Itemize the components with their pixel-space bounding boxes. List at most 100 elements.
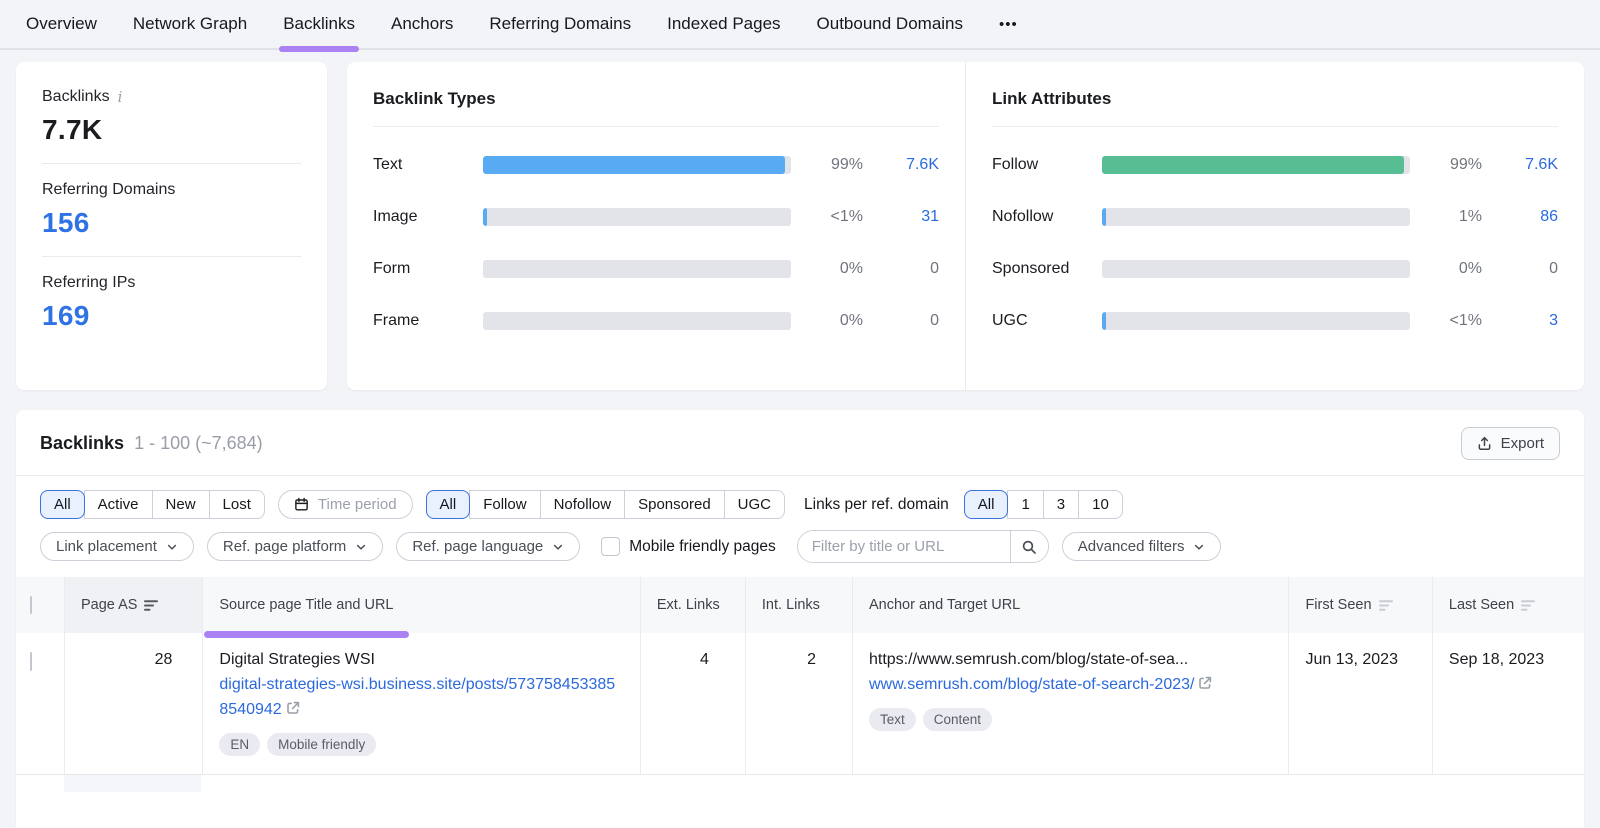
divider [42, 163, 301, 164]
lpd-3[interactable]: 3 [1043, 490, 1079, 519]
follow-all[interactable]: All [426, 490, 471, 519]
bar-track [1102, 208, 1410, 226]
bar-percent: <1% [805, 208, 863, 226]
bar-label: UGC [992, 312, 1088, 330]
tab-outbound-domains[interactable]: Outbound Domains [817, 0, 963, 48]
more-tabs-icon[interactable]: ••• [999, 16, 1018, 33]
bar-count: 0 [877, 312, 939, 330]
source-page-url-link[interactable]: digital-strategies-wsi.business.site/pos… [219, 676, 615, 718]
row-checkbox[interactable] [30, 652, 32, 671]
bar-percent: 99% [805, 156, 863, 174]
backlinks-section-title: Backlinks [40, 433, 124, 454]
bar-percent: <1% [1424, 312, 1482, 330]
bar-percent: 0% [805, 312, 863, 330]
bar-fill [1102, 208, 1106, 226]
links-per-domain-filter: All 1 3 10 [964, 490, 1123, 519]
bar-count[interactable]: 31 [877, 208, 939, 226]
ref-page-language-dropdown[interactable]: Ref. page language [396, 532, 580, 561]
chevron-down-icon [552, 541, 564, 553]
status-lost[interactable]: Lost [209, 490, 265, 519]
tab-network-graph[interactable]: Network Graph [133, 0, 247, 48]
chevron-down-icon [1193, 541, 1205, 553]
lpd-10[interactable]: 10 [1078, 490, 1123, 519]
bar-label: Nofollow [992, 208, 1088, 226]
page-as-cell: 28 [64, 633, 202, 774]
select-all-checkbox[interactable] [30, 596, 32, 614]
backlink-types-bars: Text99%7.6KImage<1%31Form0%0Frame0%0 [373, 127, 939, 347]
table-header-row: Page AS Source page Title and URL Ext. L… [16, 577, 1584, 633]
anchor-text: https://www.semrush.com/blog/state-of-se… [869, 651, 1272, 669]
lpd-all[interactable]: All [964, 490, 1009, 519]
bar-label: Sponsored [992, 260, 1088, 278]
tab-backlinks[interactable]: Backlinks [283, 0, 355, 48]
bar-fill [1102, 312, 1106, 330]
referring-ips-value[interactable]: 169 [42, 300, 301, 332]
status-filter: All Active New Lost [40, 490, 265, 519]
backlinks-metric-label: Backlinks [42, 88, 110, 106]
external-link-icon[interactable] [285, 700, 301, 716]
bar-count[interactable]: 7.6K [877, 156, 939, 174]
mobile-friendly-label: Mobile friendly pages [629, 538, 775, 556]
summary-card: Backlinks i 7.7K Referring Domains 156 R… [16, 62, 327, 390]
bar-label: Form [373, 260, 469, 278]
column-int-links: Int. Links [745, 577, 852, 633]
backlinks-table-card: Backlinks 1 - 100 (~7,684) Export All Ac… [16, 410, 1584, 828]
follow-nofollow[interactable]: Nofollow [540, 490, 626, 519]
export-button[interactable]: Export [1461, 427, 1560, 460]
export-icon [1477, 436, 1492, 451]
title-url-filter-input[interactable] [798, 531, 1010, 562]
bar-row: Image<1%31 [373, 191, 939, 243]
report-tabs-bar: Overview Network Graph Backlinks Anchors… [0, 0, 1600, 50]
info-icon[interactable]: i [118, 88, 123, 106]
follow-sponsored[interactable]: Sponsored [624, 490, 725, 519]
time-period-button[interactable]: Time period [278, 490, 413, 519]
bar-fill [483, 156, 785, 174]
mobile-friendly-checkbox[interactable] [601, 537, 620, 556]
bar-row: Form0%0 [373, 243, 939, 295]
bar-track [483, 208, 791, 226]
bar-track [1102, 260, 1410, 278]
follow-follow[interactable]: Follow [469, 490, 540, 519]
ext-links-cell: 4 [640, 633, 745, 774]
ref-page-platform-dropdown[interactable]: Ref. page platform [207, 532, 383, 561]
follow-type-filter: All Follow Nofollow Sponsored UGC [426, 490, 785, 519]
column-first-seen[interactable]: First Seen [1289, 577, 1432, 633]
backlinks-metric-value: 7.7K [42, 114, 301, 146]
bar-count[interactable]: 3 [1496, 312, 1558, 330]
status-new[interactable]: New [152, 490, 210, 519]
tab-indexed-pages[interactable]: Indexed Pages [667, 0, 780, 48]
source-page-cell: Digital Strategies WSI digital-strategie… [203, 633, 640, 774]
advanced-filters-dropdown[interactable]: Advanced filters [1062, 532, 1222, 561]
external-link-icon[interactable] [1197, 675, 1213, 691]
search-button[interactable] [1010, 531, 1048, 562]
lpd-1[interactable]: 1 [1007, 490, 1043, 519]
backlink-types-panel: Backlink Types Text99%7.6KImage<1%31Form… [347, 62, 965, 390]
bar-count[interactable]: 7.6K [1496, 156, 1558, 174]
table-row: 28 Digital Strategies WSI digital-strate… [16, 633, 1584, 774]
tab-anchors[interactable]: Anchors [391, 0, 453, 48]
tab-referring-domains[interactable]: Referring Domains [489, 0, 631, 48]
link-placement-dropdown[interactable]: Link placement [40, 532, 194, 561]
bar-count[interactable]: 86 [1496, 208, 1558, 226]
tab-overview[interactable]: Overview [26, 0, 97, 48]
column-source-page: Source page Title and URL [203, 577, 640, 633]
follow-ugc[interactable]: UGC [724, 490, 785, 519]
title-url-filter [797, 530, 1049, 563]
bar-count: 0 [1496, 260, 1558, 278]
bar-row: Frame0%0 [373, 295, 939, 347]
column-last-seen[interactable]: Last Seen [1432, 577, 1584, 633]
bar-track [483, 312, 791, 330]
next-row-partial [16, 774, 1584, 792]
target-url-link[interactable]: www.semrush.com/blog/state-of-search-202… [869, 676, 1194, 693]
int-links-cell: 2 [745, 633, 852, 774]
status-active[interactable]: Active [84, 490, 153, 519]
status-all[interactable]: All [40, 490, 85, 519]
anchor-type-badge: Text [869, 708, 916, 731]
column-page-as[interactable]: Page AS [64, 577, 202, 633]
referring-domains-label: Referring Domains [42, 181, 175, 199]
first-seen-cell: Jun 13, 2023 [1289, 633, 1432, 774]
chevron-down-icon [355, 541, 367, 553]
link-attributes-bars: Follow99%7.6KNofollow1%86Sponsored0%0UGC… [992, 127, 1558, 347]
referring-domains-value[interactable]: 156 [42, 207, 301, 239]
language-badge: EN [219, 733, 260, 756]
